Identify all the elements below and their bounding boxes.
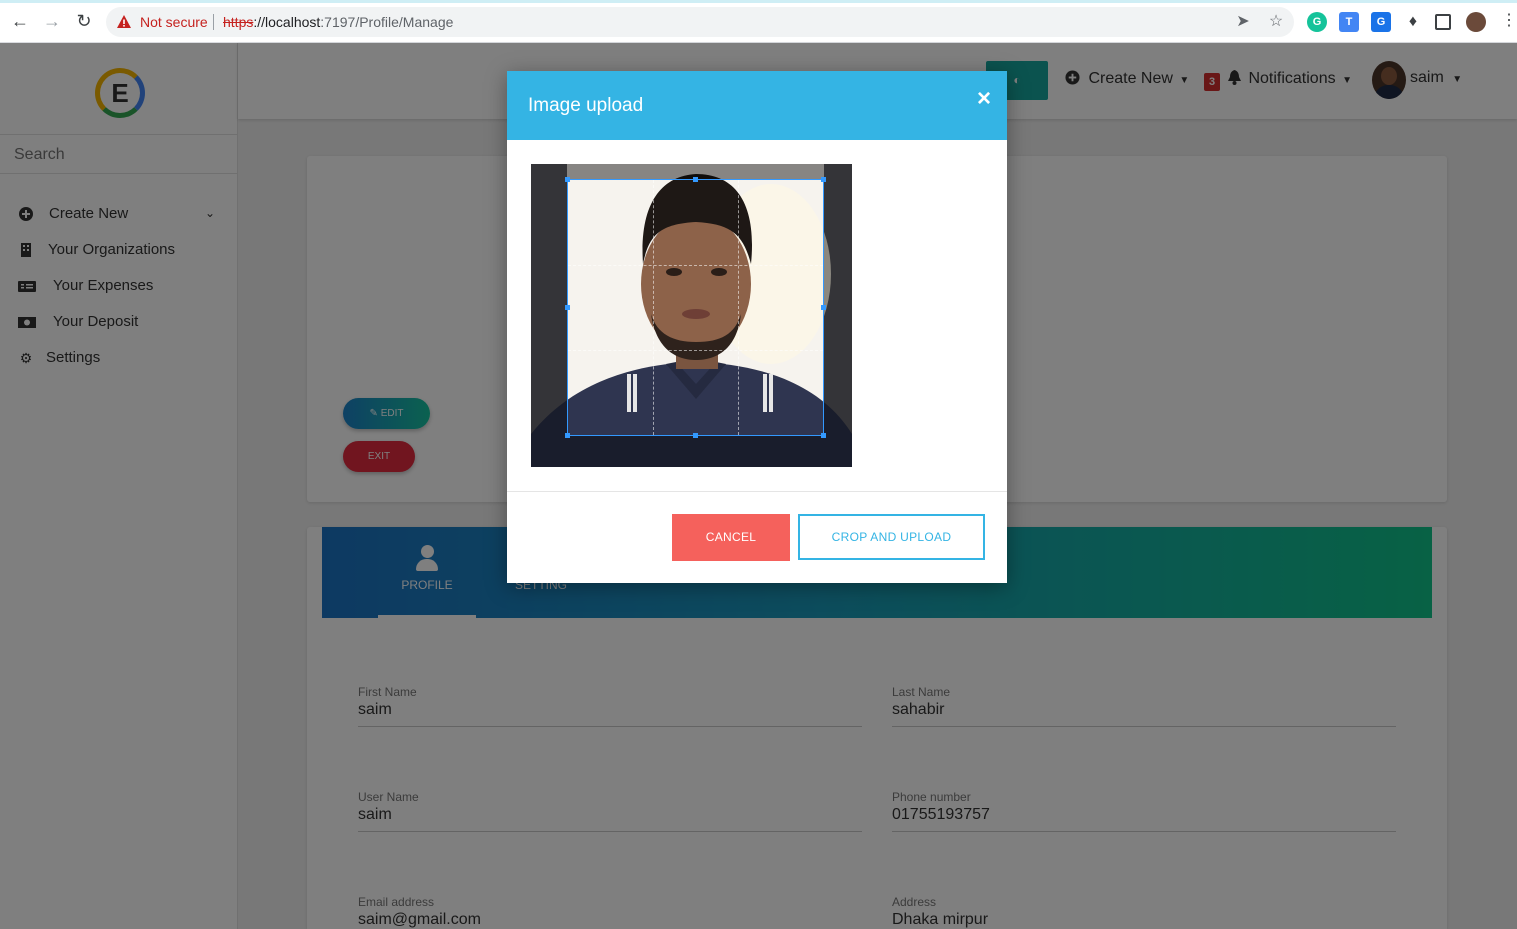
send-icon[interactable]: ➤: [1234, 13, 1252, 31]
modal-title: Image upload: [528, 95, 644, 116]
crop-handle-w[interactable]: [565, 305, 570, 310]
grammarly-extension-icon[interactable]: G: [1307, 12, 1327, 32]
security-indicator[interactable]: Not secure: [140, 14, 208, 30]
crop-and-upload-button[interactable]: CROP AND UPLOAD: [798, 514, 985, 560]
translate-extension-icon[interactable]: T: [1339, 12, 1359, 32]
side-panel-icon[interactable]: [1435, 14, 1451, 30]
omnibox-divider: [213, 14, 214, 30]
url-text[interactable]: https://localhost:7197/Profile/Manage: [223, 14, 453, 30]
extensions-puzzle-icon[interactable]: ♦: [1403, 12, 1423, 32]
url-scheme: https: [223, 14, 254, 30]
crop-handle-se[interactable]: [821, 433, 826, 438]
crop-mask-left: [531, 179, 567, 436]
reload-icon[interactable]: ↻: [73, 10, 95, 32]
warning-triangle-icon: [117, 15, 131, 28]
crop-handle-n[interactable]: [693, 177, 698, 182]
crop-guide-line: [653, 180, 654, 435]
crop-mask-bottom: [531, 436, 852, 467]
page-load-indicator: [0, 0, 1517, 3]
profile-avatar-icon[interactable]: [1466, 12, 1486, 32]
back-arrow-icon[interactable]: ←: [9, 10, 31, 32]
modal-header: Image upload ×: [507, 71, 1007, 140]
crop-handle-nw[interactable]: [565, 177, 570, 182]
url-path: :7197/Profile/Manage: [320, 14, 454, 30]
kebab-menu-icon[interactable]: ⋮: [1498, 10, 1517, 32]
crop-selection-box[interactable]: [565, 177, 826, 438]
cancel-button[interactable]: CANCEL: [672, 514, 790, 561]
image-upload-modal: Image upload × CANCEL CROP AND UPLOAD: [507, 71, 1007, 583]
crop-handle-ne[interactable]: [821, 177, 826, 182]
browser-toolbar: ← → ↻ Not secure https://localhost:7197/…: [0, 0, 1517, 43]
close-icon[interactable]: ×: [973, 87, 995, 111]
crop-mask-right: [824, 179, 852, 436]
address-bar[interactable]: Not secure https://localhost:7197/Profil…: [106, 7, 1294, 37]
modal-footer-divider: [507, 491, 1007, 492]
bookmark-star-icon[interactable]: ☆: [1267, 13, 1285, 31]
crop-guide-line: [568, 265, 823, 266]
google-translate-icon[interactable]: G: [1371, 12, 1391, 32]
crop-guide-line: [738, 180, 739, 435]
url-host: ://localhost: [253, 14, 321, 30]
crop-handle-s[interactable]: [693, 433, 698, 438]
image-cropper[interactable]: [531, 164, 852, 467]
crop-mask-top: [531, 164, 852, 179]
forward-arrow-icon[interactable]: →: [41, 10, 63, 32]
crop-handle-e[interactable]: [821, 305, 826, 310]
crop-guide-line: [568, 350, 823, 351]
crop-handle-sw[interactable]: [565, 433, 570, 438]
